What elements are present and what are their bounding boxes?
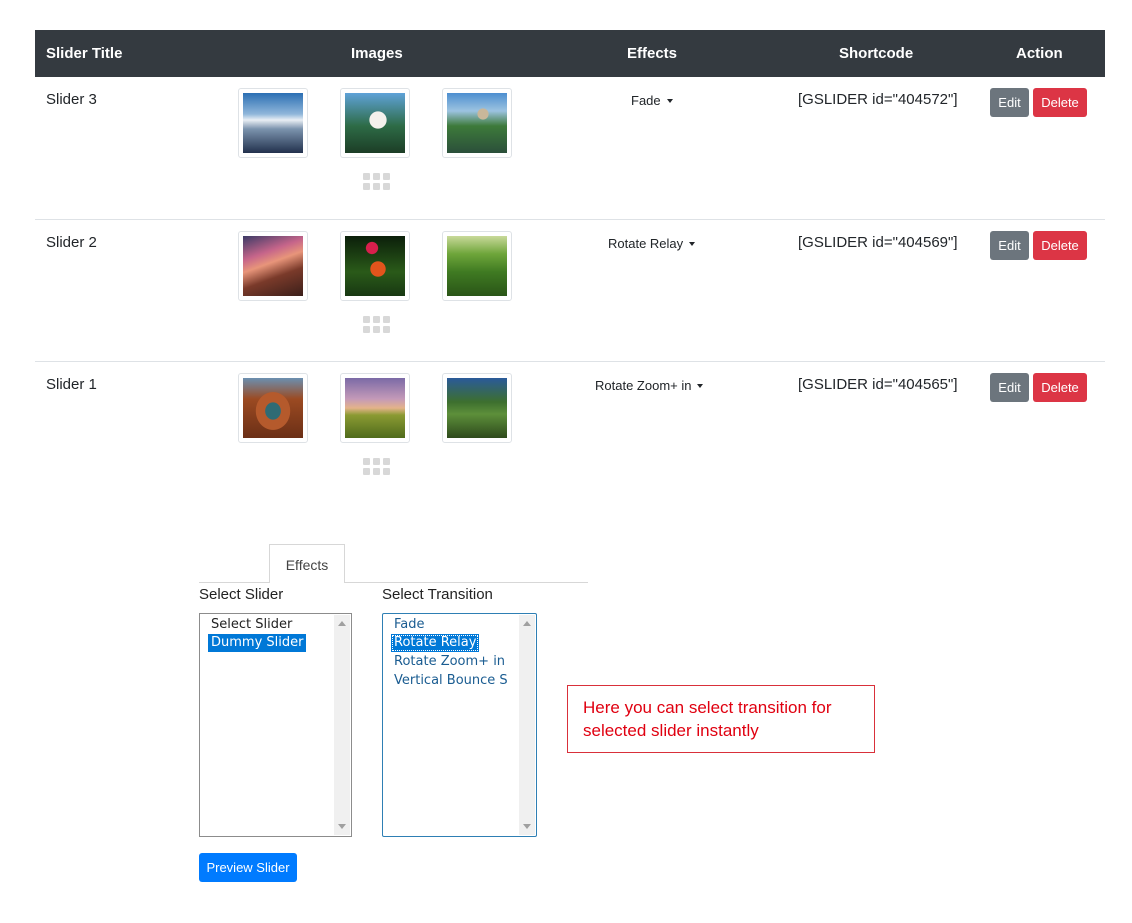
- slider-title: Slider 2: [46, 234, 97, 251]
- delete-button[interactable]: Delete: [1033, 231, 1087, 260]
- scroll-down-icon[interactable]: [523, 824, 531, 829]
- edit-button[interactable]: Edit: [990, 231, 1029, 260]
- table-row: Slider 3 Fade [GSLIDER id="404572"] Edit…: [35, 77, 1105, 219]
- sliders-table: Slider Title Images Effects Shortcode Ac…: [35, 30, 1105, 475]
- effect-dropdown-label: Rotate Relay: [608, 236, 684, 251]
- delete-button[interactable]: Delete: [1033, 373, 1087, 402]
- header-images: Images: [351, 45, 403, 62]
- slider-image-thumbnail[interactable]: [238, 231, 308, 301]
- scroll-down-icon[interactable]: [338, 824, 346, 829]
- canyon-river-image: [243, 378, 303, 438]
- caret-down-icon: [666, 98, 673, 103]
- castle-on-hill-image: [345, 93, 405, 153]
- slider-image-thumbnail[interactable]: [238, 373, 308, 443]
- effect-dropdown[interactable]: Rotate Relay: [608, 236, 696, 251]
- header-action: Action: [1016, 45, 1063, 62]
- select-transition-listbox[interactable]: Fade Rotate Relay Rotate Zoom+ in Vertic…: [382, 613, 537, 837]
- scroll-up-icon[interactable]: [523, 621, 531, 626]
- caret-down-icon: [697, 383, 704, 388]
- drag-handle-icon[interactable]: [363, 458, 390, 478]
- slider-shortcode: [GSLIDER id="404565"]: [798, 376, 958, 393]
- listbox-option[interactable]: Select Slider: [208, 616, 295, 634]
- select-slider-label: Select Slider: [199, 586, 284, 603]
- tab-divider: [199, 582, 269, 583]
- slider-title: Slider 3: [46, 91, 97, 108]
- slider-image-thumbnail[interactable]: [442, 373, 512, 443]
- slider-image-thumbnail[interactable]: [340, 231, 410, 301]
- slider-image-thumbnail[interactable]: [238, 88, 308, 158]
- tab-divider: [344, 582, 588, 583]
- listbox-scrollbar[interactable]: [519, 615, 535, 835]
- caret-down-icon: [689, 241, 696, 246]
- table-row: Slider 2 Rotate Relay [GSLIDER id="40456…: [35, 219, 1105, 362]
- green-hills-image: [447, 236, 507, 296]
- table-header: Slider Title Images Effects Shortcode Ac…: [35, 30, 1105, 77]
- snowy-mountain-lake-image: [243, 93, 303, 153]
- header-effects: Effects: [627, 45, 678, 62]
- listbox-option[interactable]: Rotate Zoom+ in: [391, 653, 508, 671]
- edit-button[interactable]: Edit: [990, 88, 1029, 117]
- slider-image-thumbnail[interactable]: [442, 88, 512, 158]
- listbox-option-selected[interactable]: Rotate Relay: [391, 634, 480, 652]
- effect-dropdown-label: Fade: [631, 93, 661, 108]
- listbox-option[interactable]: Vertical Bounce Strip: [391, 672, 507, 690]
- slider-shortcode: [GSLIDER id="404572"]: [798, 91, 958, 108]
- select-transition-label: Select Transition: [382, 586, 493, 603]
- slider-title: Slider 1: [46, 376, 97, 393]
- slider-image-thumbnail[interactable]: [442, 231, 512, 301]
- header-slider-title: Slider Title: [46, 45, 123, 62]
- annotation-callout: Here you can select transition for selec…: [567, 685, 875, 753]
- header-shortcode: Shortcode: [839, 45, 914, 62]
- effect-dropdown[interactable]: Rotate Zoom+ in: [595, 378, 704, 393]
- listbox-scrollbar[interactable]: [334, 615, 350, 835]
- delete-button[interactable]: Delete: [1033, 88, 1087, 117]
- church-by-river-image: [447, 93, 507, 153]
- drag-handle-icon[interactable]: [363, 173, 390, 193]
- edit-button[interactable]: Edit: [990, 373, 1029, 402]
- slider-image-thumbnail[interactable]: [340, 373, 410, 443]
- tree-path-image: [447, 378, 507, 438]
- select-slider-listbox[interactable]: Select Slider Dummy Slider: [199, 613, 352, 837]
- drag-handle-icon[interactable]: [363, 316, 390, 336]
- effect-dropdown-label: Rotate Zoom+ in: [595, 378, 692, 393]
- scroll-up-icon[interactable]: [338, 621, 346, 626]
- purple-sky-field-image: [345, 378, 405, 438]
- slider-shortcode: [GSLIDER id="404569"]: [798, 234, 958, 251]
- table-row: Slider 1 Rotate Zoom+ in [GSLIDER id="40…: [35, 361, 1105, 504]
- effect-dropdown[interactable]: Fade: [631, 93, 673, 108]
- preview-slider-button[interactable]: Preview Slider: [199, 853, 297, 882]
- tab-effects[interactable]: Effects: [269, 544, 345, 583]
- butterfly-flower-image: [345, 236, 405, 296]
- listbox-option-selected[interactable]: Dummy Slider: [208, 634, 307, 652]
- slider-image-thumbnail[interactable]: [340, 88, 410, 158]
- listbox-option[interactable]: Fade: [391, 616, 428, 634]
- sunset-mountain-image: [243, 236, 303, 296]
